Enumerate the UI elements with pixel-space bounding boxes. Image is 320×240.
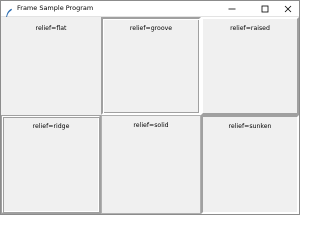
minimize-button[interactable]	[221, 1, 243, 16]
close-button[interactable]	[277, 1, 299, 16]
frame-ridge: relief=ridge	[1, 115, 101, 214]
frame-raised: relief=raised	[201, 17, 299, 115]
window-title: Frame Sample Program	[17, 4, 94, 12]
frame-label: relief=ridge	[32, 123, 70, 130]
frame-solid: relief=solid	[101, 115, 201, 214]
frame-label: relief=sunken	[228, 123, 272, 130]
close-icon	[284, 5, 292, 12]
minimize-icon	[228, 8, 236, 9]
frame-label: relief=flat	[35, 25, 67, 32]
title-bar[interactable]: Frame Sample Program	[1, 1, 299, 18]
frame-label: relief=raised	[230, 25, 270, 32]
frame-flat: relief=flat	[1, 17, 101, 115]
frame-label: relief=groove	[129, 25, 173, 32]
frame-sunken: relief=sunken	[201, 115, 299, 214]
frame-label: relief=solid	[133, 122, 169, 129]
maximize-button[interactable]	[254, 1, 276, 16]
maximize-icon	[261, 5, 269, 12]
app-window: Frame Sample Program relief=flat relief=…	[0, 0, 300, 215]
feather-icon	[4, 3, 14, 18]
frame-groove: relief=groove	[101, 17, 201, 115]
